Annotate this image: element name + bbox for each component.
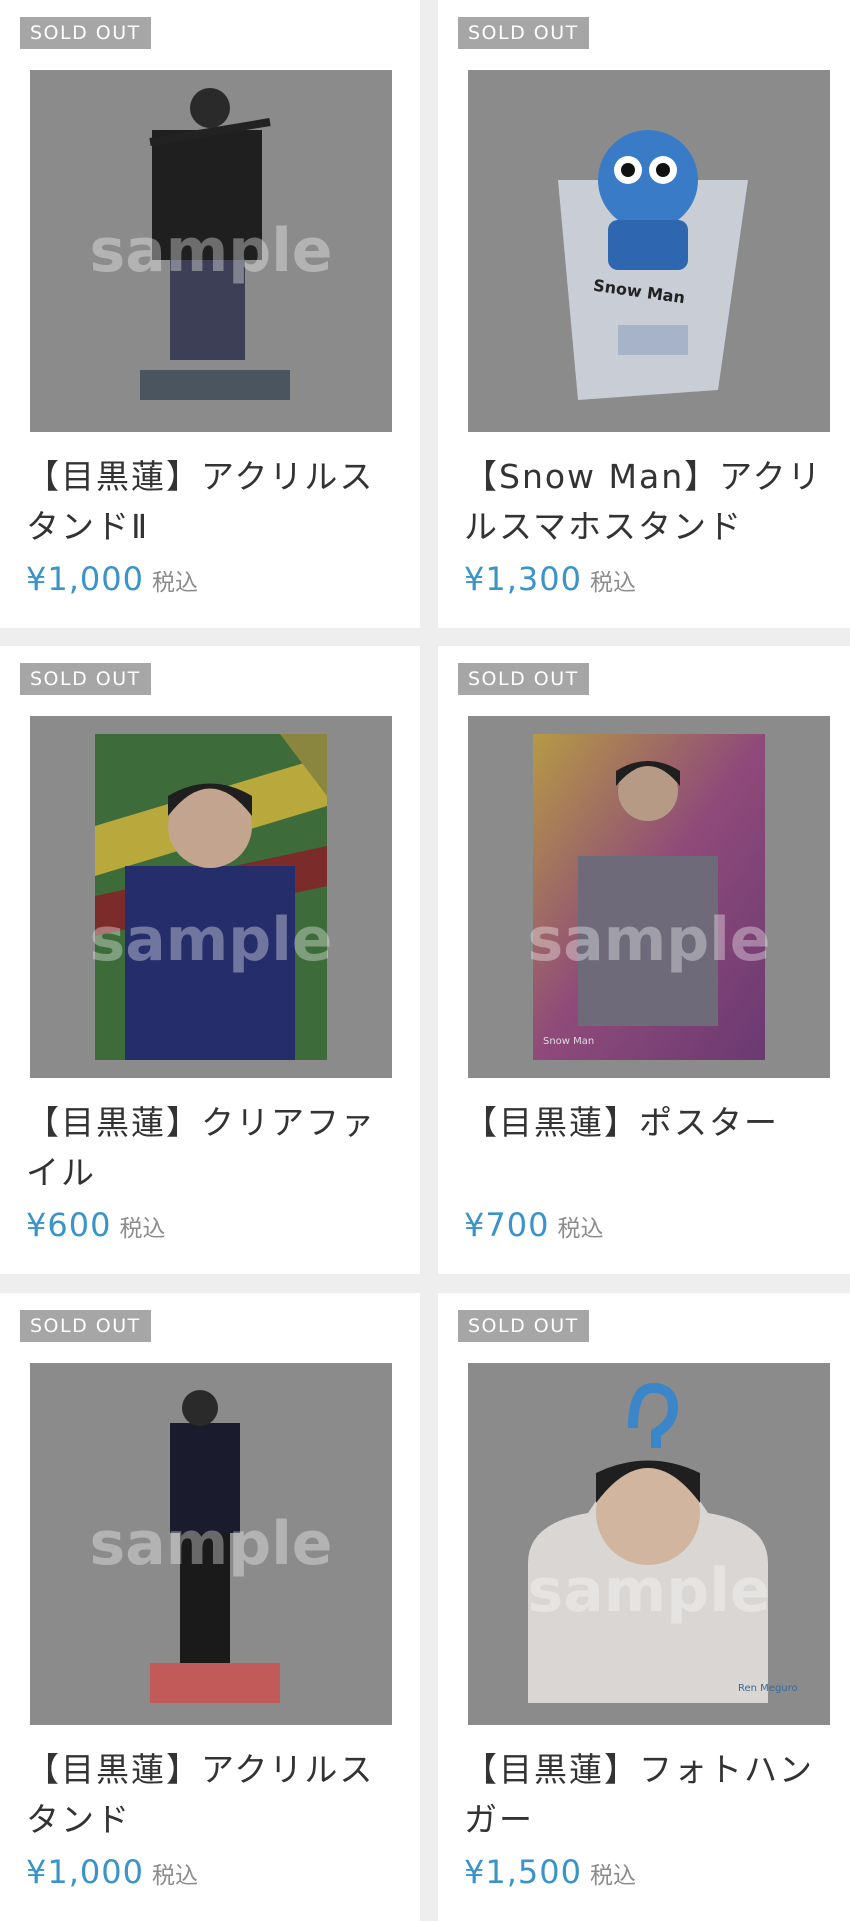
product-card[interactable]: SOLD OUT Snow Man sample 【目黒蓮】ポスター ¥700 … — [438, 646, 850, 1274]
tax-label: 税込 — [589, 1863, 636, 1889]
sold-out-badge: SOLD OUT — [458, 1310, 589, 1342]
price-row: ¥600 税込 — [26, 1206, 165, 1244]
product-title[interactable]: 【目黒蓮】アクリルスタンド — [26, 1745, 401, 1845]
product-card[interactable]: SOLD OUT Ren Meguro sample 【目黒蓮】フォトハンガー … — [438, 1293, 850, 1921]
price-row: ¥1,000 税込 — [26, 1853, 198, 1891]
sample-watermark: sample — [527, 905, 771, 976]
product-price: ¥1,000 — [26, 1853, 144, 1891]
sold-out-badge: SOLD OUT — [458, 17, 589, 49]
sold-out-badge: SOLD OUT — [20, 17, 151, 49]
tax-label: 税込 — [119, 1216, 166, 1242]
product-image[interactable]: Snow Man — [468, 70, 830, 432]
product-image[interactable]: sample — [30, 716, 392, 1078]
sample-watermark: sample — [89, 216, 333, 286]
product-title[interactable]: 【目黒蓮】アクリルスタンドⅡ — [26, 452, 401, 552]
sold-out-badge: SOLD OUT — [20, 1310, 151, 1342]
product-image[interactable]: Snow Man sample — [468, 716, 830, 1078]
image-caption: Ren Meguro — [738, 1683, 798, 1694]
product-card[interactable]: SOLD OUT sample 【目黒蓮】クリアファイル ¥600 税込 — [0, 646, 420, 1274]
tax-label: 税込 — [589, 570, 636, 596]
product-price: ¥1,000 — [26, 560, 144, 598]
product-price: ¥700 — [464, 1206, 550, 1244]
sample-watermark: sample — [89, 905, 333, 976]
sold-out-badge: SOLD OUT — [20, 663, 151, 695]
product-photo — [468, 70, 830, 432]
sample-watermark: sample — [89, 1509, 333, 1579]
price-row: ¥1,300 税込 — [464, 560, 636, 598]
product-card[interactable]: SOLD OUT sample 【目黒蓮】アクリルスタンドⅡ ¥1,000 税込 — [0, 0, 420, 628]
price-row: ¥1,500 税込 — [464, 1853, 636, 1891]
product-grid: SOLD OUT sample 【目黒蓮】アクリルスタンドⅡ ¥1,000 税込 … — [0, 0, 850, 1921]
product-photo — [468, 1363, 830, 1725]
tax-label: 税込 — [151, 1863, 198, 1889]
price-row: ¥1,000 税込 — [26, 560, 198, 598]
tax-label: 税込 — [557, 1216, 604, 1242]
product-image[interactable]: sample — [30, 1363, 392, 1725]
product-card[interactable]: SOLD OUT sample 【目黒蓮】アクリルスタンド ¥1,000 税込 — [0, 1293, 420, 1921]
sample-watermark: sample — [527, 1556, 771, 1627]
product-price: ¥1,500 — [464, 1853, 582, 1891]
product-image[interactable]: Ren Meguro sample — [468, 1363, 830, 1725]
product-image[interactable]: sample — [30, 70, 392, 432]
product-title[interactable]: 【目黒蓮】ポスター — [464, 1098, 839, 1148]
product-photo — [30, 716, 392, 1078]
product-card[interactable]: SOLD OUT Snow Man 【Snow Man】アクリルスマホスタンド … — [438, 0, 850, 628]
product-title[interactable]: 【目黒蓮】フォトハンガー — [464, 1745, 839, 1845]
product-title[interactable]: 【目黒蓮】クリアファイル — [26, 1098, 401, 1198]
product-title[interactable]: 【Snow Man】アクリルスマホスタンド — [464, 452, 839, 552]
sold-out-badge: SOLD OUT — [458, 663, 589, 695]
price-row: ¥700 税込 — [464, 1206, 603, 1244]
product-photo — [468, 716, 830, 1078]
product-price: ¥600 — [26, 1206, 112, 1244]
product-price: ¥1,300 — [464, 560, 582, 598]
image-caption: Snow Man — [543, 1036, 595, 1047]
tax-label: 税込 — [151, 570, 198, 596]
